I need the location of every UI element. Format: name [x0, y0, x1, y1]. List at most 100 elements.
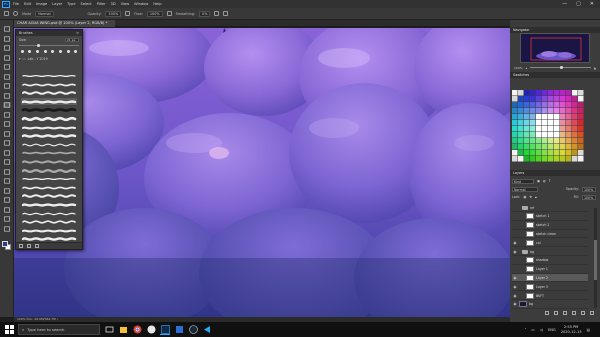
- menu-window[interactable]: Window: [134, 2, 148, 6]
- color-swatch[interactable]: [518, 90, 524, 96]
- color-swatch[interactable]: [542, 102, 548, 108]
- color-swatch[interactable]: [560, 108, 566, 114]
- brush-size-field[interactable]: 21 px: [65, 38, 79, 42]
- color-swatch[interactable]: [518, 138, 524, 144]
- color-swatch[interactable]: [578, 138, 584, 144]
- color-swatch[interactable]: [560, 96, 566, 102]
- color-swatch[interactable]: [518, 96, 524, 102]
- color-swatch[interactable]: [518, 156, 524, 162]
- blur-tool-icon[interactable]: [3, 149, 11, 156]
- clone-stamp-tool-icon[interactable]: [3, 111, 11, 118]
- menu-help[interactable]: Help: [153, 2, 161, 6]
- windows-start-icon[interactable]: [4, 325, 14, 335]
- color-swatch[interactable]: [554, 156, 560, 162]
- task-view-icon[interactable]: [104, 325, 114, 335]
- layer-row[interactable]: sketch 2: [512, 222, 588, 230]
- new-brush-icon[interactable]: [27, 244, 31, 248]
- layer-row[interactable]: ◉ bg: [512, 248, 588, 256]
- trash-icon[interactable]: [35, 244, 39, 248]
- color-swatch[interactable]: [512, 138, 518, 144]
- color-swatch[interactable]: [572, 108, 578, 114]
- menu-image[interactable]: Image: [36, 2, 47, 6]
- move-tool-icon[interactable]: [3, 26, 11, 32]
- layer-row[interactable]: ◉ Layer 3: [512, 283, 588, 292]
- color-swatch[interactable]: [536, 108, 542, 114]
- brush-preset-stroke[interactable]: [21, 218, 77, 225]
- lasso-tool-icon[interactable]: [3, 45, 11, 51]
- close-window-button[interactable]: ✕: [590, 1, 594, 7]
- brush-tip[interactable]: [50, 49, 57, 54]
- color-swatch[interactable]: [524, 150, 530, 156]
- layers-panel-header[interactable]: Layers: [510, 170, 600, 176]
- brush-preset-stroke[interactable]: [21, 72, 77, 79]
- color-swatch[interactable]: [524, 144, 530, 150]
- color-swatch[interactable]: [536, 144, 542, 150]
- new-layer-icon[interactable]: [581, 311, 585, 315]
- flow-field[interactable]: 100%: [146, 10, 163, 17]
- color-swatch[interactable]: [536, 102, 542, 108]
- frame-tool-icon[interactable]: [3, 73, 11, 80]
- layer-opacity-field[interactable]: 100%: [582, 186, 596, 192]
- color-swatch[interactable]: [524, 114, 530, 120]
- angle-icon[interactable]: [223, 11, 229, 16]
- blend-mode-dropdown[interactable]: Normal: [512, 186, 538, 192]
- color-swatch[interactable]: [542, 132, 548, 138]
- eye-icon[interactable]: ◉: [512, 302, 518, 306]
- layer-kind-filter[interactable]: Kind: [512, 178, 534, 184]
- color-swatch[interactable]: [524, 156, 530, 162]
- brush-preset-stroke[interactable]: [21, 184, 77, 191]
- eye-icon[interactable]: ◉: [512, 276, 518, 280]
- color-swatch[interactable]: [530, 114, 536, 120]
- new-group-icon[interactable]: [572, 311, 576, 315]
- media-player-icon[interactable]: [146, 325, 156, 335]
- explorer-icon[interactable]: [118, 325, 128, 335]
- color-swatch[interactable]: [512, 96, 518, 102]
- color-swatch[interactable]: [518, 150, 524, 156]
- layer-row[interactable]: sketch 1: [512, 213, 588, 221]
- eyedropper-tool-icon[interactable]: [3, 83, 11, 89]
- color-swatch[interactable]: [566, 120, 572, 126]
- vscode-icon[interactable]: [202, 325, 212, 335]
- color-swatch[interactable]: [524, 126, 530, 132]
- fx-icon[interactable]: [554, 311, 558, 315]
- color-swatch[interactable]: [560, 90, 566, 96]
- brush-preset-stroke[interactable]: [21, 124, 77, 131]
- dodge-tool-icon[interactable]: [3, 159, 11, 165]
- color-swatch[interactable]: [560, 114, 566, 120]
- color-swatch[interactable]: [542, 144, 548, 150]
- color-swatch[interactable]: [524, 90, 530, 96]
- color-swatch[interactable]: [518, 120, 524, 126]
- layer-row[interactable]: ◉ bg: [512, 301, 588, 309]
- color-swatch[interactable]: [518, 102, 524, 108]
- chrome-icon[interactable]: [132, 325, 142, 335]
- color-swatch[interactable]: [560, 126, 566, 132]
- slider-knob[interactable]: [37, 44, 40, 47]
- color-swatch[interactable]: [578, 126, 584, 132]
- color-swatch[interactable]: [554, 126, 560, 132]
- color-swatch[interactable]: [572, 96, 578, 102]
- quick-select-tool-icon[interactable]: [3, 54, 11, 61]
- notifications-icon[interactable]: ▤: [587, 328, 590, 332]
- color-swatch[interactable]: [530, 120, 536, 126]
- color-swatch[interactable]: [548, 96, 554, 102]
- trash-icon[interactable]: [590, 311, 594, 315]
- color-swatch[interactable]: [512, 132, 518, 138]
- color-swatch[interactable]: [536, 138, 542, 144]
- volume-icon[interactable]: ◃): [540, 328, 543, 332]
- color-swatch[interactable]: [554, 150, 560, 156]
- swatches-panel-header[interactable]: Swatches: [510, 72, 600, 78]
- opacity-field[interactable]: 100%: [105, 10, 122, 17]
- color-swatch[interactable]: [512, 126, 518, 132]
- panel-menu-icon[interactable]: ≡: [76, 31, 79, 35]
- type-tool-icon[interactable]: [3, 178, 11, 184]
- brush-preset-stroke[interactable]: [21, 175, 77, 182]
- color-swatch[interactable]: [560, 156, 566, 162]
- tray-chevron-icon[interactable]: ˄: [525, 328, 527, 332]
- gear-icon[interactable]: [214, 11, 220, 16]
- color-swatch[interactable]: [536, 114, 542, 120]
- brush-preset-stroke[interactable]: [21, 201, 77, 208]
- color-swatch[interactable]: [554, 120, 560, 126]
- minimize-button[interactable]: —: [562, 1, 567, 7]
- color-swatch[interactable]: [536, 156, 542, 162]
- color-swatch[interactable]: [572, 102, 578, 108]
